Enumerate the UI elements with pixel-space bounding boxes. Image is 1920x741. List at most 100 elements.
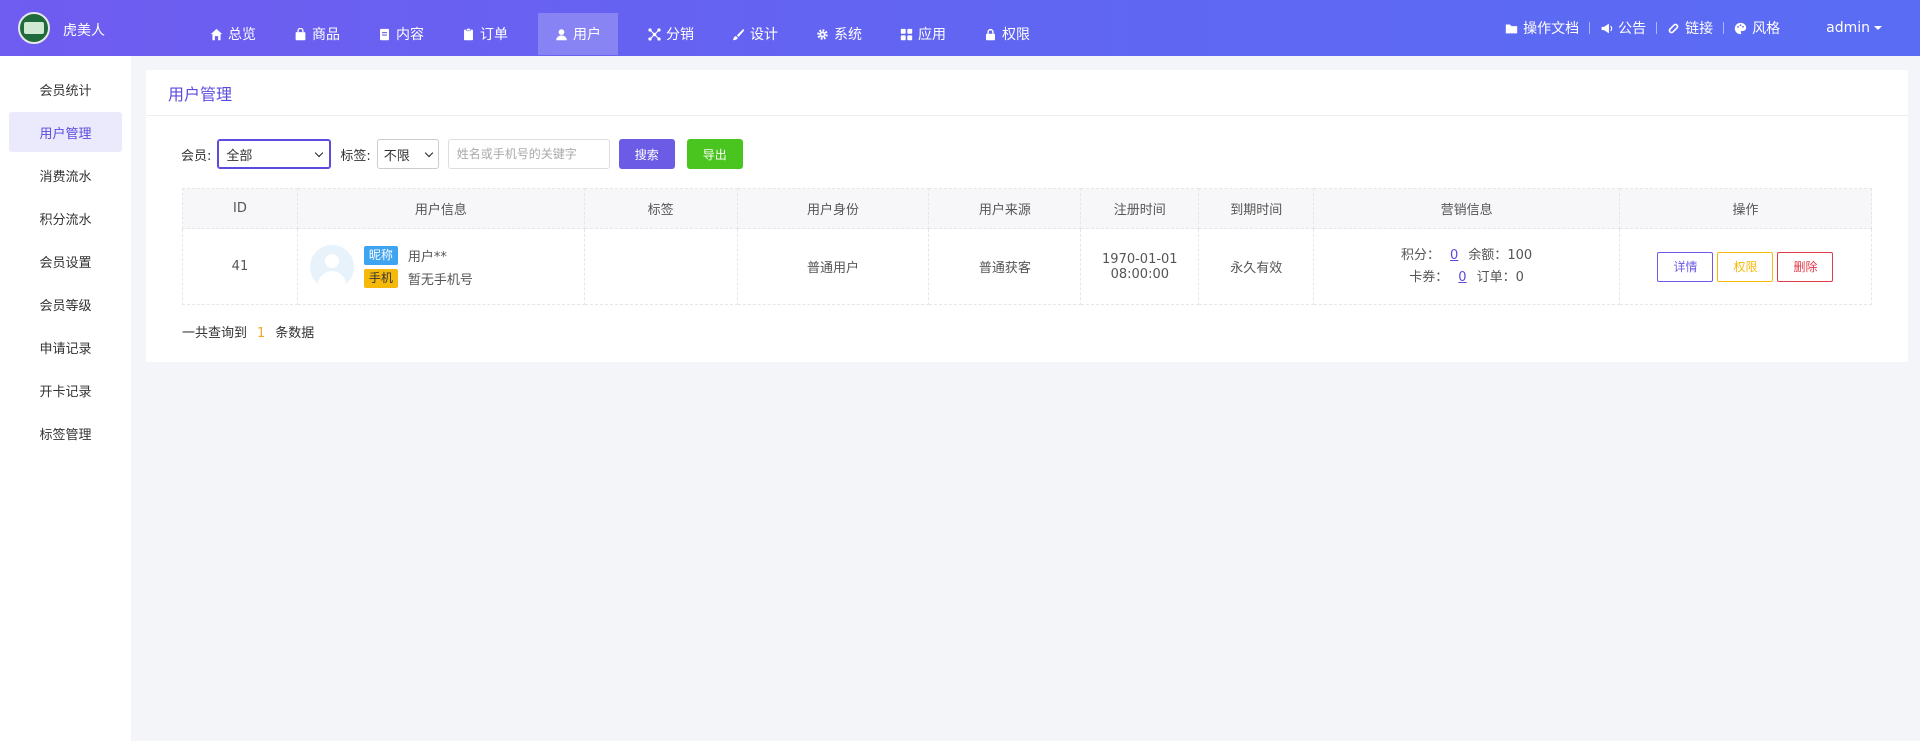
logo[interactable]	[18, 12, 50, 44]
nav-item-permissions[interactable]: 权限	[970, 13, 1044, 55]
summary-count: 1	[257, 326, 266, 341]
nav-label: 设计	[750, 27, 778, 43]
cell-tags	[583, 228, 738, 305]
detail-button[interactable]: 详情	[1657, 251, 1714, 282]
points-link[interactable]: 0	[1450, 248, 1458, 263]
phone-badge: 手机	[363, 268, 398, 288]
coupon-label: 卡券：	[1409, 269, 1449, 285]
sidebar-item-card-records[interactable]: 开卡记录	[9, 370, 122, 410]
permission-button[interactable]: 权限	[1717, 251, 1774, 282]
link-menu[interactable]: 链接	[1657, 18, 1723, 38]
cell-identity: 普通用户	[736, 228, 930, 305]
style-menu[interactable]: 风格	[1724, 18, 1790, 38]
nav-label: 用户	[573, 27, 601, 43]
sidebar-item-tag-management[interactable]: 标签管理	[9, 413, 122, 453]
tag-filter-label: 标签:	[340, 148, 371, 164]
home-icon	[210, 28, 223, 40]
register-date: 1970-01-01	[1102, 251, 1178, 267]
cell-user-info: 昵称 用户** 手机 暂无手机号	[296, 228, 585, 305]
nav-item-system[interactable]: 系统	[802, 13, 876, 55]
chevron-down-icon	[315, 148, 324, 157]
brush-icon	[732, 28, 745, 40]
sidebar-item-label: 会员设置	[39, 255, 92, 271]
avatar[interactable]	[309, 244, 354, 289]
sidebar-item-consumption-flow[interactable]: 消费流水	[9, 155, 122, 195]
page-title: 用户管理	[146, 70, 1908, 116]
nav-item-orders[interactable]: 订单	[448, 13, 522, 55]
lock-icon	[986, 28, 995, 40]
tag-select[interactable]: 不限	[376, 139, 439, 169]
sidebar: 会员统计 用户管理 消费流水 积分流水 会员设置 会员等级 申请记录 开卡记录 …	[0, 56, 131, 741]
top-bar: 虎美人 总览 商品 内容 订单 用户 分销 设计 系统 应用 权限 操作文档 公…	[0, 0, 1920, 56]
column-header-actions: 操作	[1618, 188, 1873, 229]
points-label: 积分：	[1401, 247, 1441, 263]
gear-icon	[817, 28, 828, 40]
nav-item-products[interactable]: 商品	[280, 13, 354, 55]
cell-actions: 详情 权限 删除	[1618, 228, 1873, 305]
top-nav: 总览 商品 内容 订单 用户 分销 设计 系统 应用 权限	[196, 13, 1054, 55]
sidebar-item-label: 标签管理	[39, 427, 92, 443]
sidebar-item-label: 开卡记录	[39, 384, 92, 400]
sidebar-item-label: 会员等级	[39, 298, 92, 314]
register-clock: 08:00:00	[1110, 266, 1169, 282]
nav-label: 商品	[312, 27, 340, 43]
tag-select-value: 不限	[383, 148, 410, 164]
search-button[interactable]: 搜索	[618, 139, 675, 169]
nav-label: 分销	[666, 27, 694, 43]
user-table: ID 用户信息 标签 用户身份 用户来源 注册时间 到期时间 营销信息 操作 4…	[182, 188, 1873, 305]
logo-mark	[24, 22, 44, 34]
member-select[interactable]: 全部	[217, 139, 332, 169]
sidebar-item-member-settings[interactable]: 会员设置	[9, 241, 122, 281]
nav-label: 订单	[480, 27, 508, 43]
cell-source: 普通获客	[928, 228, 1082, 305]
document-icon	[380, 28, 389, 40]
column-header-tags: 标签	[583, 188, 738, 229]
sidebar-item-label: 积分流水	[39, 212, 92, 228]
nav-item-users[interactable]: 用户	[538, 13, 618, 55]
delete-button[interactable]: 删除	[1777, 251, 1834, 282]
nav-item-distribution[interactable]: 分销	[634, 13, 708, 55]
sidebar-item-user-management[interactable]: 用户管理	[9, 112, 122, 152]
export-button[interactable]: 导出	[686, 139, 743, 169]
docs-link[interactable]: 操作文档	[1495, 18, 1589, 38]
sidebar-item-label: 用户管理	[39, 126, 92, 142]
nav-label: 权限	[1002, 27, 1030, 43]
nav-item-apps[interactable]: 应用	[886, 13, 960, 55]
docs-label: 操作文档	[1523, 21, 1580, 37]
nav-item-design[interactable]: 设计	[718, 13, 792, 55]
user-icon	[556, 28, 567, 40]
orders-label: 订单：	[1476, 269, 1516, 285]
nav-item-overview[interactable]: 总览	[196, 13, 270, 55]
table-row: 41 昵称 用户** 手机 暂无手机号 普通用户 普通获客 1970-01-01…	[182, 228, 1873, 305]
cell-expire-time: 永久有效	[1198, 228, 1315, 305]
bag-icon	[295, 27, 306, 40]
brand-name: 虎美人	[63, 23, 105, 39]
filter-bar: 会员: 全部 标签: 不限 搜索 导出	[181, 139, 743, 169]
clipboard-icon	[464, 27, 473, 40]
network-icon	[648, 27, 661, 41]
result-summary: 一共查询到 1 条数据	[182, 322, 314, 341]
paperclip-icon	[1668, 23, 1679, 33]
folder-icon	[1505, 23, 1518, 33]
sidebar-item-member-stats[interactable]: 会员统计	[9, 69, 122, 109]
phone-value: 暂无手机号	[407, 272, 473, 288]
admin-menu[interactable]: admin	[1816, 20, 1892, 36]
chevron-down-icon	[424, 148, 434, 157]
sidebar-item-label: 申请记录	[39, 341, 92, 357]
coupon-link[interactable]: 0	[1458, 270, 1466, 285]
sidebar-item-label: 消费流水	[39, 169, 92, 185]
notice-label: 公告	[1618, 21, 1647, 37]
sidebar-item-applications[interactable]: 申请记录	[9, 327, 122, 367]
nav-label: 内容	[396, 27, 424, 43]
notice-link[interactable]: 公告	[1590, 18, 1656, 38]
keyword-input[interactable]	[447, 139, 610, 169]
palette-icon	[1734, 22, 1747, 34]
sidebar-item-member-levels[interactable]: 会员等级	[9, 284, 122, 324]
column-header-user-info: 用户信息	[296, 188, 585, 229]
column-header-identity: 用户身份	[736, 188, 930, 229]
column-header-source: 用户来源	[928, 188, 1082, 229]
sidebar-item-points-flow[interactable]: 积分流水	[9, 198, 122, 238]
nav-item-content[interactable]: 内容	[364, 13, 438, 55]
main-card: 用户管理 会员: 全部 标签: 不限 搜索 导出 ID 用户信息 标签 用户身份…	[146, 70, 1908, 362]
avatar-body	[317, 270, 346, 289]
